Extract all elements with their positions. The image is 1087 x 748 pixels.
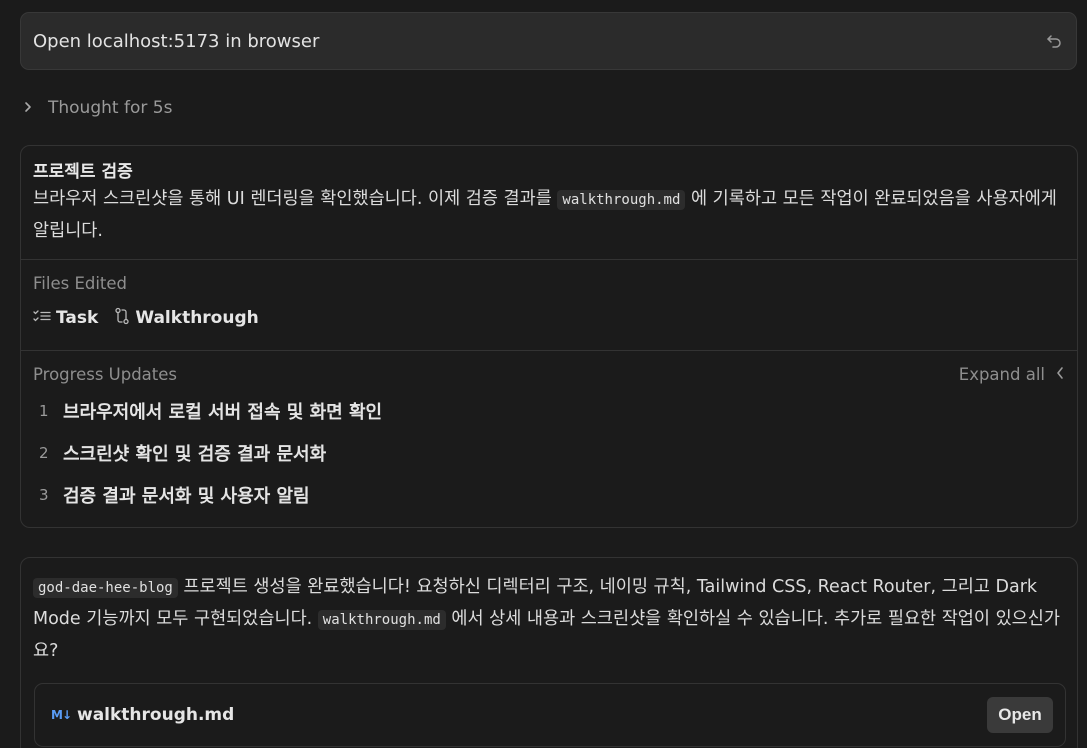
task-card: 프로젝트 검증 브라우저 스크린샷을 통해 UI 렌더링을 확인했습니다. 이제… bbox=[20, 145, 1078, 528]
expand-all-button[interactable]: Expand all bbox=[959, 365, 1065, 384]
prompt-text: Open localhost:5173 in browser bbox=[33, 30, 320, 52]
inline-code-walkthrough: walkthrough.md bbox=[557, 190, 686, 210]
chevron-right-icon bbox=[22, 99, 34, 118]
step-text: 스크린샷 확인 및 검증 결과 문서화 bbox=[63, 444, 327, 465]
checklist-icon bbox=[33, 308, 51, 328]
step-number: 3 bbox=[39, 486, 49, 504]
thought-toggle[interactable]: Thought for 5s bbox=[22, 94, 172, 122]
git-compare-icon bbox=[114, 307, 130, 329]
step-text: 브라우저에서 로컬 서버 접속 및 화면 확인 bbox=[63, 402, 383, 423]
undo-icon[interactable] bbox=[1044, 31, 1064, 51]
assistant-reply: god-dae-hee-blog 프로젝트 생성을 완료했습니다! 요청하신 디… bbox=[20, 557, 1078, 748]
progress-section: Progress Updates Expand all 1 브라우저에서 로컬 … bbox=[21, 351, 1077, 516]
progress-step: 1 브라우저에서 로컬 서버 접속 및 화면 확인 bbox=[33, 390, 1065, 432]
step-number: 2 bbox=[39, 444, 49, 462]
file-chip-walkthrough[interactable]: Walkthrough bbox=[114, 307, 259, 329]
reply-text: god-dae-hee-blog 프로젝트 생성을 완료했습니다! 요청하신 디… bbox=[33, 572, 1065, 667]
inline-code-project: god-dae-hee-blog bbox=[33, 578, 178, 598]
task-description: 브라우저 스크린샷을 통해 UI 렌더링을 확인했습니다. 이제 검증 결과를 … bbox=[33, 184, 1065, 247]
user-prompt-box[interactable]: Open localhost:5173 in browser bbox=[20, 12, 1077, 70]
task-body-before: 브라우저 스크린샷을 통해 UI 렌더링을 확인했습니다. 이제 검증 결과를 bbox=[33, 189, 558, 209]
files-edited-label: Files Edited bbox=[33, 274, 128, 293]
file-name-task: Task bbox=[56, 308, 99, 328]
expand-all-label: Expand all bbox=[958, 365, 1045, 384]
progress-updates-label: Progress Updates bbox=[33, 365, 178, 384]
file-name-walkthrough: Walkthrough bbox=[135, 308, 259, 328]
step-number: 1 bbox=[39, 402, 49, 420]
progress-step: 3 검증 결과 문서화 및 사용자 알림 bbox=[33, 474, 1065, 516]
file-chip-task[interactable]: Task bbox=[33, 308, 98, 328]
chevron-left-icon bbox=[1055, 365, 1065, 384]
file-attachment-card[interactable]: M↓ walkthrough.md Open bbox=[34, 683, 1066, 747]
progress-step: 2 스크린샷 확인 및 검증 결과 문서화 bbox=[33, 432, 1065, 474]
task-title: 프로젝트 검증 bbox=[33, 162, 133, 182]
files-edited-section: Files Edited Task Walkthrough bbox=[21, 260, 1077, 351]
inline-code-walkthrough: walkthrough.md bbox=[317, 610, 446, 630]
step-text: 검증 결과 문서화 및 사용자 알림 bbox=[63, 486, 310, 507]
thought-label: Thought for 5s bbox=[48, 98, 173, 118]
attachment-file-name: walkthrough.md bbox=[77, 705, 235, 725]
markdown-icon: M↓ bbox=[51, 708, 72, 722]
open-button[interactable]: Open bbox=[987, 697, 1053, 733]
task-header: 프로젝트 검증 브라우저 스크린샷을 통해 UI 렌더링을 확인했습니다. 이제… bbox=[21, 146, 1077, 260]
